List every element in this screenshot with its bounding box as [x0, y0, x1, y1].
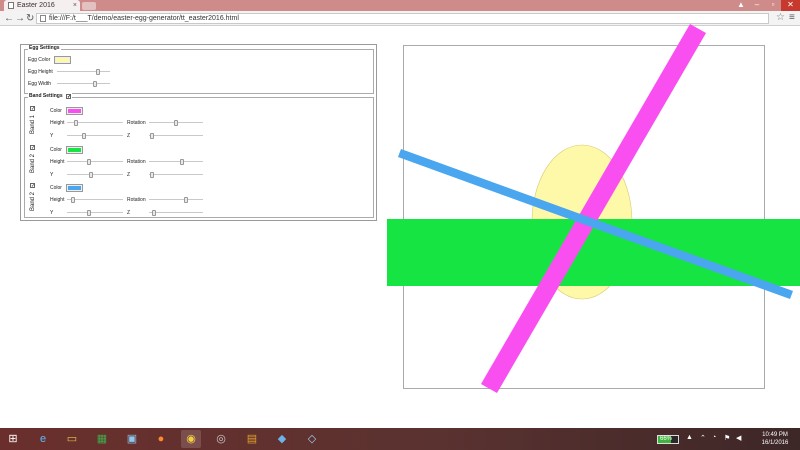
volume-icon[interactable]: ◀ [736, 434, 741, 442]
flag-icon[interactable]: ⚑ [724, 434, 730, 442]
start-button[interactable]: ⊞ [3, 430, 23, 448]
battery-text: 66% [660, 436, 673, 442]
battery-indicator[interactable]: 66% [657, 435, 679, 444]
chevron-up-icon[interactable]: ⌃ [700, 434, 706, 442]
chrome-icon[interactable]: ◉ [181, 430, 201, 448]
clock-time: 10:49 PM [762, 432, 788, 438]
store-icon[interactable]: ▦ [92, 430, 112, 448]
internet-explorer-icon[interactable]: e [33, 430, 53, 448]
firefox-icon[interactable]: ● [151, 430, 171, 448]
wifi-icon[interactable]: ◔ [712, 434, 716, 441]
settings-app-icon[interactable]: ◎ [211, 430, 231, 448]
file-explorer-icon[interactable]: ▭ [62, 430, 82, 448]
egg-scene [387, 24, 800, 393]
network-icon[interactable]: ▲ [686, 434, 693, 441]
taskbar: ⊞ e ▭ ▦ ▣ ● ◉ ◎ ▤ ◆ ◇ 66% ▲ ⌃ ◔ ⚑ ◀ 10:4… [0, 428, 800, 450]
system-clock[interactable]: 10:49 PM 16/1/2016 [755, 431, 795, 447]
notes-icon[interactable]: ◇ [302, 430, 322, 448]
editor-icon[interactable]: ◆ [272, 430, 292, 448]
clock-date: 16/1/2016 [761, 440, 789, 446]
computer-icon[interactable]: ▣ [122, 430, 142, 448]
sublime-icon[interactable]: ▤ [242, 430, 262, 448]
band-1-shape [481, 24, 706, 393]
